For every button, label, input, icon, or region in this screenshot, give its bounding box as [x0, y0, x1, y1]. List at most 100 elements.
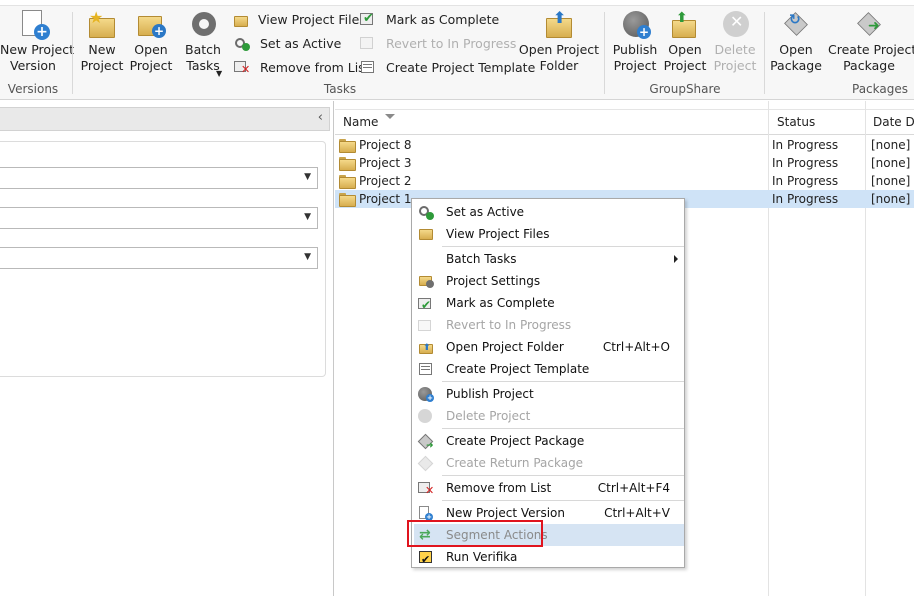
menu-item-batch-tasks[interactable]: Batch Tasks: [414, 248, 684, 270]
table-row[interactable]: Project 8 In Progress [none]: [335, 136, 914, 154]
column-status-label: Status: [777, 115, 816, 129]
filter-dropdown-3[interactable]: ▼: [0, 247, 318, 269]
new-project-icon: ★: [85, 10, 119, 40]
column-name-label: Name: [343, 115, 379, 129]
column-header-date-due[interactable]: Date Du: [865, 110, 914, 135]
new-project-version-label: New Project Version: [0, 42, 75, 73]
new-version-icon: +: [418, 505, 434, 521]
open-project-folder-label: Open Project Folder: [518, 42, 600, 73]
menu-item-run-verifika[interactable]: ✔ Run Verifika: [414, 546, 684, 568]
remove-from-list-label: Remove from List: [259, 60, 370, 75]
open-groupshare-icon: ⬆: [668, 10, 702, 40]
menu-separator: [442, 246, 684, 247]
chevron-left-icon[interactable]: ‹: [318, 110, 323, 125]
filter-box: ▼ ▼ ▼: [0, 141, 326, 377]
project-context-menu: Set as Active View Project Files Batch T…: [411, 198, 685, 568]
sort-descending-icon: [385, 114, 395, 119]
menu-label: Run Verifika: [446, 550, 518, 564]
menu-item-set-as-active[interactable]: Set as Active: [414, 201, 684, 223]
filter-dropdown-1[interactable]: ▼: [0, 167, 318, 189]
remove-list-icon: ✕: [234, 59, 250, 75]
menu-item-mark-as-complete[interactable]: ✔ Mark as Complete: [414, 292, 684, 314]
globe-icon: +: [418, 386, 434, 402]
table-row[interactable]: Project 2 In Progress [none]: [335, 172, 914, 190]
filter-dropdown-2[interactable]: ▼: [0, 207, 318, 229]
column-header-status[interactable]: Status: [769, 110, 865, 135]
batch-tasks-button[interactable]: Batch Tasks ▼: [180, 10, 226, 78]
left-filter-panel: ‹ ▼ ▼ ▼: [0, 101, 334, 596]
menu-item-project-settings[interactable]: Project Settings: [414, 270, 684, 292]
folder-icon: [339, 157, 356, 171]
package-icon: ➜: [417, 433, 434, 451]
project-name-cell: Project 1: [339, 190, 412, 208]
menu-separator: [442, 381, 684, 382]
new-project-button[interactable]: ★ New Project: [80, 10, 124, 74]
create-project-package-button[interactable]: ➜ Create Project Package: [828, 10, 914, 74]
menu-item-open-project-folder[interactable]: ⬆ Open Project Folder Ctrl+Alt+O: [414, 336, 684, 358]
chevron-down-icon: ▼: [304, 212, 311, 222]
panel-header: ‹: [0, 107, 330, 131]
ribbon-top-strip: [0, 0, 914, 6]
project-name: Project 3: [359, 156, 412, 170]
menu-label: Batch Tasks: [446, 252, 517, 266]
table-row[interactable]: Project 3 In Progress [none]: [335, 154, 914, 172]
mark-as-complete-label: Mark as Complete: [385, 12, 500, 27]
menu-item-delete-project[interactable]: Delete Project: [414, 405, 684, 427]
revert-icon: [360, 35, 376, 51]
menu-item-remove-from-list[interactable]: ✕ Remove from List Ctrl+Alt+F4: [414, 477, 684, 499]
grid-header: Name Status Date Du: [335, 109, 914, 135]
menu-shortcut: Ctrl+Alt+F4: [597, 481, 670, 495]
group-label-tasks: Tasks: [323, 82, 357, 96]
folder-icon: [234, 16, 248, 27]
project-name: Project 2: [359, 174, 412, 188]
remove-list-icon: ✕: [418, 480, 434, 496]
menu-separator: [442, 500, 684, 501]
verifika-icon: ✔: [419, 551, 432, 566]
menu-item-create-project-package[interactable]: ➜ Create Project Package: [414, 430, 684, 452]
menu-item-create-project-template[interactable]: Create Project Template: [414, 358, 684, 380]
open-package-button[interactable]: ↻ Open Package: [770, 10, 822, 74]
revert-to-in-progress-button[interactable]: Revert to In Progress: [360, 34, 516, 54]
set-active-icon: [234, 35, 250, 51]
remove-from-list-button[interactable]: ✕ Remove from List: [234, 58, 370, 78]
menu-separator: [442, 428, 684, 429]
open-project-groupshare-button[interactable]: ⬆ Open Project: [662, 10, 708, 74]
date-cell: [none]: [871, 138, 911, 152]
group-divider: [764, 12, 765, 94]
mark-as-complete-button[interactable]: ✔ Mark as Complete: [360, 10, 499, 30]
create-package-icon: ➜: [852, 10, 886, 40]
highlight-box: [407, 520, 543, 547]
menu-item-view-project-files[interactable]: View Project Files: [414, 223, 684, 245]
group-label-groupshare: GroupShare: [649, 82, 721, 96]
set-as-active-label: Set as Active: [259, 36, 342, 51]
delete-project-button[interactable]: ✕ Delete Project: [710, 10, 760, 74]
column-header-name[interactable]: Name: [335, 110, 769, 135]
menu-label: Revert to In Progress: [446, 318, 572, 332]
project-name: Project 1: [359, 192, 412, 206]
revert-to-in-progress-label: Revert to In Progress: [385, 36, 517, 51]
project-name: Project 8: [359, 138, 412, 152]
checkmark-icon: ✔: [418, 295, 434, 312]
folder-icon: [418, 226, 434, 242]
status-cell: In Progress: [772, 174, 839, 188]
menu-item-create-return-package[interactable]: Create Return Package: [414, 452, 684, 474]
menu-label: Create Project Template: [446, 362, 590, 376]
open-project-folder-button[interactable]: ⬆ Open Project Folder: [518, 10, 600, 74]
package-icon: ↻: [779, 10, 813, 40]
view-project-files-button[interactable]: View Project Files: [234, 10, 366, 30]
publish-project-button[interactable]: + Publish Project: [610, 10, 660, 74]
create-project-template-label: Create Project Template: [385, 60, 536, 75]
date-cell: [none]: [871, 174, 911, 188]
open-project-button[interactable]: + Open Project: [128, 10, 174, 74]
open-project-groupshare-label: Open Project: [663, 42, 707, 73]
menu-item-revert-to-in-progress[interactable]: Revert to In Progress: [414, 314, 684, 336]
menu-item-publish-project[interactable]: + Publish Project: [414, 383, 684, 405]
folder-open-icon: ⬆: [418, 339, 434, 355]
status-cell: In Progress: [772, 138, 839, 152]
new-project-version-button[interactable]: + New Project Version: [0, 10, 74, 74]
set-as-active-button[interactable]: Set as Active: [234, 34, 341, 54]
group-label-packages: Packages: [852, 82, 908, 96]
gear-icon: [186, 10, 220, 40]
folder-icon: [339, 139, 356, 153]
create-project-template-button[interactable]: Create Project Template: [360, 58, 535, 78]
